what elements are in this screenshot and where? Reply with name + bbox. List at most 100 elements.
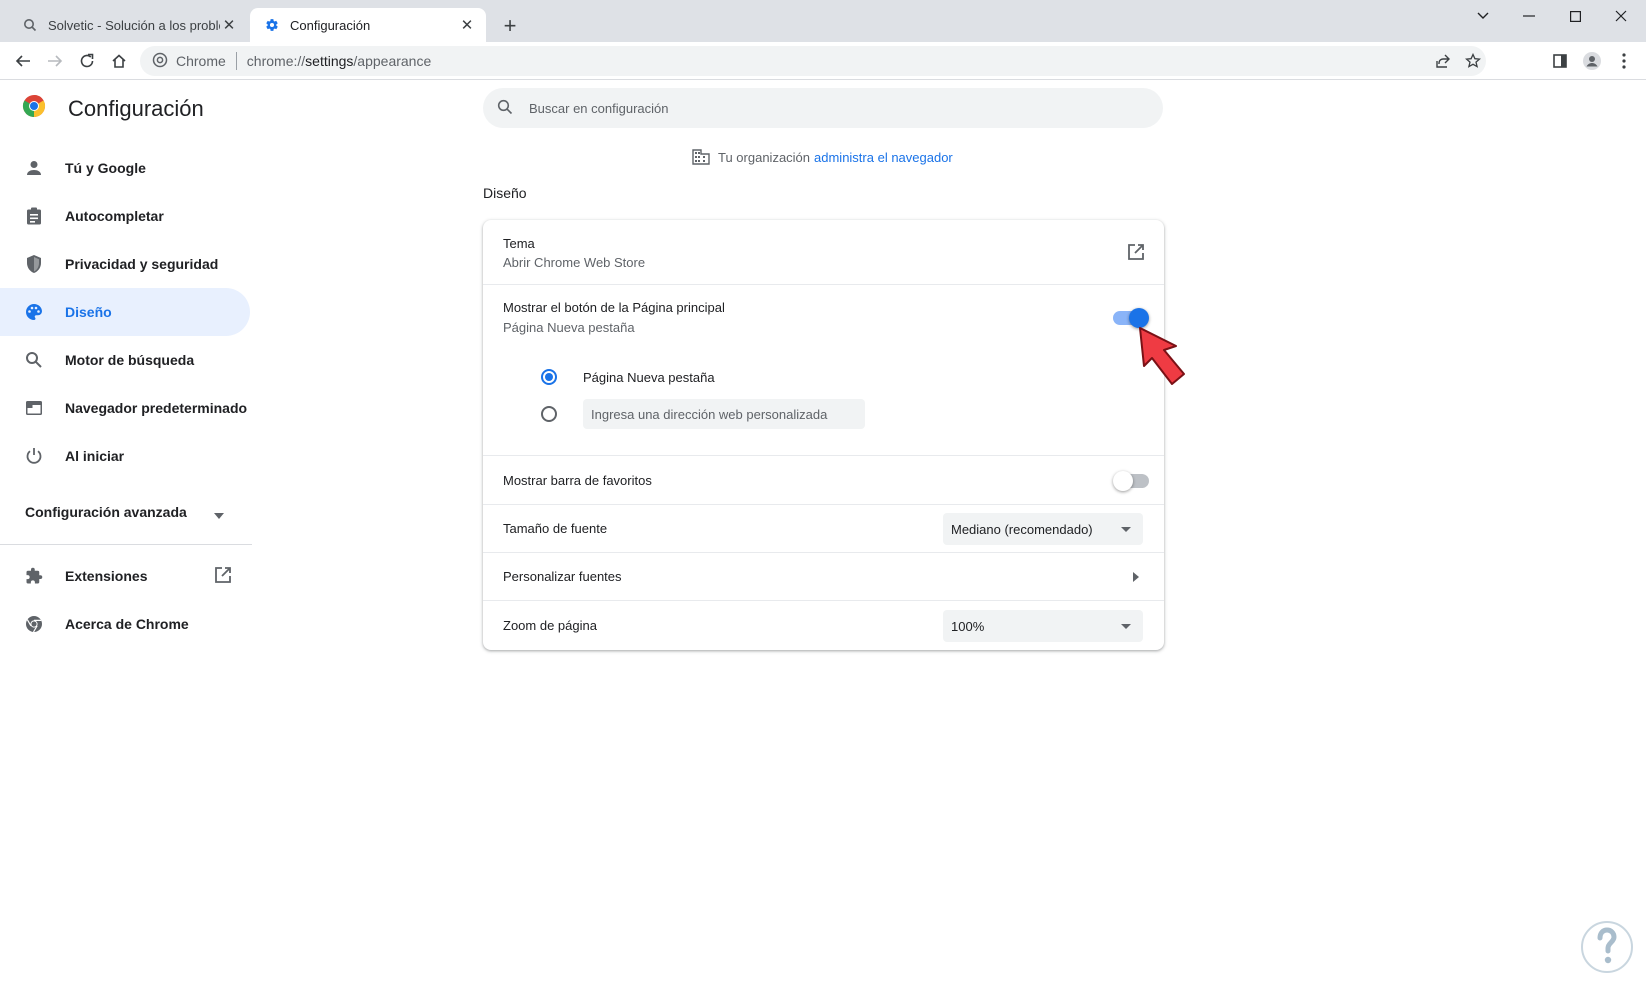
minimize-icon[interactable] bbox=[1506, 0, 1552, 32]
custom-url-input[interactable] bbox=[583, 399, 865, 429]
sidebar-item-label: Tú y Google bbox=[65, 160, 146, 176]
sidebar-item-label: Acerca de Chrome bbox=[65, 616, 189, 632]
person-icon bbox=[24, 158, 44, 178]
font-size-value: Mediano (recomendado) bbox=[951, 521, 1093, 537]
font-size-label: Tamaño de fuente bbox=[503, 521, 608, 536]
tab-title: Configuración bbox=[290, 17, 371, 33]
sidebar-item-you-and-google[interactable]: Tú y Google bbox=[0, 144, 250, 192]
radio-button[interactable] bbox=[541, 369, 557, 385]
font-size-select[interactable]: Mediano (recomendado) bbox=[943, 513, 1143, 545]
toolbar: Chrome chrome://settings/appearance bbox=[0, 42, 1646, 80]
page-title: Configuración bbox=[68, 95, 204, 121]
sidebar-extra-nav: Extensiones Acerca de Chrome bbox=[0, 552, 250, 648]
sidebar-item-label: Privacidad y seguridad bbox=[65, 256, 219, 272]
sidebar-divider bbox=[0, 544, 252, 545]
org-manage-link[interactable]: administra el navegador bbox=[814, 150, 953, 165]
profile-avatar-icon[interactable] bbox=[1577, 46, 1607, 76]
open-in-new-icon[interactable] bbox=[1126, 242, 1146, 262]
sidebar-item-privacy[interactable]: Privacidad y seguridad bbox=[0, 240, 250, 288]
maximize-icon[interactable] bbox=[1552, 0, 1598, 32]
radio-button[interactable] bbox=[541, 406, 557, 422]
star-icon[interactable] bbox=[1458, 46, 1488, 76]
home-button-sublabel: Página Nueva pestaña bbox=[503, 320, 635, 335]
url-scheme: chrome:// bbox=[246, 53, 306, 69]
omnibox[interactable]: Chrome chrome://settings/appearance bbox=[140, 46, 1486, 76]
tab-search-chevron-icon[interactable] bbox=[1460, 0, 1506, 32]
site-chip-label: Chrome bbox=[176, 53, 226, 69]
clipboard-icon bbox=[24, 206, 44, 226]
sidebar-item-label: Diseño bbox=[65, 304, 112, 320]
tab-configuracion[interactable]: Configuración ✕ bbox=[250, 8, 486, 42]
theme-row[interactable]: Tema Abrir Chrome Web Store bbox=[483, 220, 1164, 284]
advanced-settings-toggle[interactable]: Configuración avanzada bbox=[0, 488, 250, 536]
close-icon[interactable]: ✕ bbox=[220, 16, 238, 34]
back-icon[interactable] bbox=[8, 46, 38, 76]
tab-solvetic[interactable]: Solvetic - Solución a los problem ✕ bbox=[8, 8, 248, 42]
sidebar-item-autofill[interactable]: Autocompletar bbox=[0, 192, 250, 240]
search-icon bbox=[24, 350, 44, 370]
share-icon[interactable] bbox=[1428, 46, 1458, 76]
bookmarks-bar-toggle[interactable] bbox=[1113, 471, 1149, 491]
url-host: settings bbox=[305, 53, 354, 69]
chrome-icon bbox=[24, 614, 44, 634]
sidebar-item-default-browser[interactable]: Navegador predeterminado bbox=[0, 384, 250, 432]
toggle-knob bbox=[1129, 308, 1149, 328]
home-button-toggle[interactable] bbox=[1113, 308, 1149, 328]
close-window-icon[interactable] bbox=[1598, 0, 1644, 32]
sidebar-item-label: Extensiones bbox=[65, 568, 148, 584]
sidebar-item-extensions[interactable]: Extensiones bbox=[0, 552, 250, 600]
more-menu-icon[interactable] bbox=[1609, 46, 1639, 76]
bookmarks-bar-row[interactable]: Mostrar barra de favoritos bbox=[483, 455, 1164, 504]
browser-icon bbox=[24, 398, 44, 418]
settings-search[interactable]: Buscar en configuración bbox=[483, 88, 1163, 128]
palette-icon bbox=[24, 302, 44, 322]
bookmarks-bar-label: Mostrar barra de favoritos bbox=[503, 473, 652, 488]
theme-label: Tema bbox=[503, 236, 535, 251]
chrome-icon bbox=[152, 52, 168, 71]
sidebar-nav: Tú y Google Autocompletar Privacidad y s… bbox=[0, 144, 250, 480]
gear-icon bbox=[264, 17, 280, 33]
chevron-right-icon bbox=[1126, 567, 1146, 587]
theme-sublabel: Abrir Chrome Web Store bbox=[503, 255, 646, 270]
search-icon bbox=[22, 17, 38, 33]
sidebar-item-label: Al iniciar bbox=[65, 448, 125, 464]
tab-title: Solvetic - Solución a los problem bbox=[48, 17, 220, 33]
close-icon[interactable]: ✕ bbox=[458, 16, 476, 34]
caret-down-icon bbox=[214, 506, 224, 522]
radio-option-custom[interactable] bbox=[541, 399, 865, 429]
site-chip[interactable]: Chrome bbox=[140, 52, 226, 71]
watermark-logo-icon bbox=[1580, 920, 1634, 979]
page-zoom-row: Zoom de página 100% bbox=[483, 600, 1164, 650]
sidebar-item-about-chrome[interactable]: Acerca de Chrome bbox=[0, 600, 250, 648]
side-panel-icon[interactable] bbox=[1545, 46, 1575, 76]
cursor-arrow-icon bbox=[1138, 326, 1190, 393]
building-icon bbox=[692, 149, 710, 165]
caret-down-icon bbox=[1121, 624, 1131, 629]
managed-by-org-notice: Tu organización administra el navegador bbox=[692, 146, 953, 168]
custom-fonts-row[interactable]: Personalizar fuentes bbox=[483, 552, 1164, 600]
sidebar-item-on-startup[interactable]: Al iniciar bbox=[0, 432, 250, 480]
sidebar-item-search-engine[interactable]: Motor de búsqueda bbox=[0, 336, 250, 384]
new-tab-button[interactable]: + bbox=[496, 12, 524, 40]
sidebar-item-appearance[interactable]: Diseño bbox=[0, 288, 250, 336]
section-title: Diseño bbox=[483, 185, 527, 201]
omnibox-divider bbox=[235, 52, 237, 70]
custom-fonts-label: Personalizar fuentes bbox=[503, 569, 622, 584]
home-icon[interactable] bbox=[104, 46, 134, 76]
radio-option-label: Página Nueva pestaña bbox=[583, 369, 715, 385]
page-zoom-value: 100% bbox=[951, 618, 985, 634]
puzzle-icon bbox=[24, 566, 44, 586]
radio-option-newtab[interactable]: Página Nueva pestaña bbox=[541, 369, 715, 385]
sidebar-item-label: Navegador predeterminado bbox=[65, 400, 248, 416]
reload-icon[interactable] bbox=[72, 46, 102, 76]
search-input[interactable]: Buscar en configuración bbox=[529, 101, 668, 116]
appearance-card: Tema Abrir Chrome Web Store Mostrar el b… bbox=[483, 220, 1164, 650]
page-zoom-select[interactable]: 100% bbox=[943, 610, 1143, 642]
settings-brand: Configuración bbox=[22, 94, 204, 123]
tab-strip: Solvetic - Solución a los problem ✕ Conf… bbox=[0, 0, 1646, 42]
toggle-knob bbox=[1113, 471, 1133, 491]
page-zoom-label: Zoom de página bbox=[503, 618, 597, 633]
sidebar-item-label: Autocompletar bbox=[65, 208, 164, 224]
home-button-row: Mostrar el botón de la Página principal … bbox=[483, 284, 1164, 455]
forward-icon[interactable] bbox=[40, 46, 70, 76]
